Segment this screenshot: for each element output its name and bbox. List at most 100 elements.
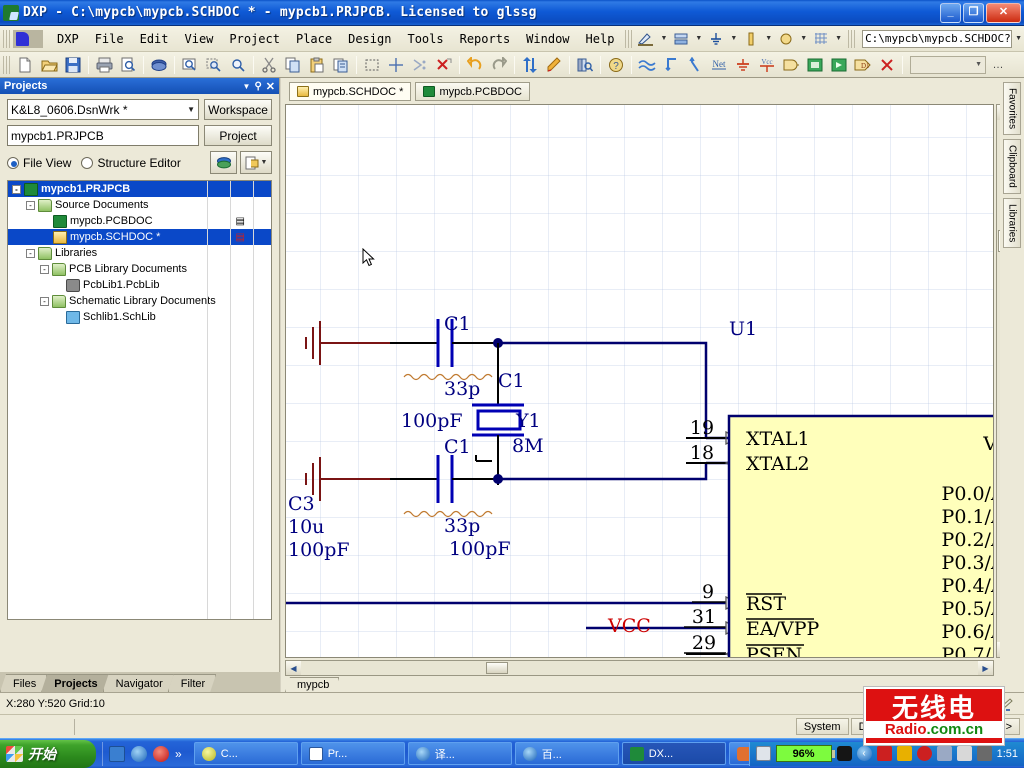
taskbar-item-3[interactable]: 百... xyxy=(514,742,619,765)
project-tree[interactable]: - mypcb1.PRJPCB - Source Documents mypcb… xyxy=(7,180,272,620)
menu-item-help[interactable]: Help xyxy=(578,29,623,49)
rubber-stamp-icon[interactable] xyxy=(330,54,352,75)
power-port-icon[interactable] xyxy=(705,29,727,49)
copy-icon[interactable] xyxy=(282,54,304,75)
show-desktop-icon[interactable] xyxy=(109,745,125,762)
place-bus-entry-icon[interactable] xyxy=(684,54,706,75)
simulation-sources-chevron-down-icon[interactable]: ▼ xyxy=(797,35,810,42)
place-bus-icon[interactable] xyxy=(660,54,682,75)
tree-item-schdoc[interactable]: mypcb.SCHDOC * ▤ xyxy=(8,229,271,245)
close-button[interactable]: ✕ xyxy=(986,2,1021,23)
internet-explorer-icon[interactable] xyxy=(131,745,147,762)
canvas-horizontal-scrollbar[interactable]: ◀ ▶ xyxy=(285,660,994,676)
grid-settings-chevron-down-icon[interactable]: ▼ xyxy=(832,35,845,42)
menu-item-tools[interactable]: Tools xyxy=(399,29,451,49)
library-combo[interactable]: ▼ xyxy=(910,55,986,74)
simulation-sources-icon[interactable] xyxy=(775,29,797,49)
file-view-label[interactable]: File View xyxy=(23,156,71,170)
digital-objects-chevron-down-icon[interactable]: ▼ xyxy=(762,35,775,42)
horizontal-scroll-thumb[interactable] xyxy=(486,662,508,674)
print-icon[interactable] xyxy=(93,54,115,75)
redo-icon[interactable] xyxy=(488,54,510,75)
show-hidden-icons-button[interactable]: ‹ xyxy=(856,746,872,761)
menu-item-dxp[interactable]: DXP xyxy=(49,29,87,49)
clock[interactable]: 1:51 xyxy=(997,748,1018,760)
volume-icon[interactable] xyxy=(956,746,972,761)
taskbar-item-5[interactable]: 君... xyxy=(728,742,749,765)
panel-tab-filter[interactable]: Filter xyxy=(168,674,216,692)
schematic-canvas[interactable]: XTAL1 XTAL2 RST EA/VPP PSEN ALE xyxy=(285,104,994,658)
place-wire-icon[interactable] xyxy=(636,54,658,75)
place-sheet-symbol-icon[interactable] xyxy=(804,54,826,75)
schematic-tools-chevron-down-icon[interactable]: ▼ xyxy=(657,35,670,42)
project-button[interactable]: Project xyxy=(204,125,272,146)
print-preview-icon[interactable] xyxy=(117,54,139,75)
wiring-tools-icon[interactable] xyxy=(670,29,692,49)
address-chevron-down-icon[interactable]: ▼ xyxy=(1012,35,1024,42)
messenger-icon[interactable] xyxy=(896,746,912,761)
tree-item-schlib[interactable]: Schlib1.SchLib xyxy=(8,309,271,325)
panel-tab-files[interactable]: Files xyxy=(0,674,47,692)
scroll-left-icon[interactable]: ◀ xyxy=(286,661,301,675)
place-net-label-icon[interactable]: Net xyxy=(708,54,730,75)
grid-settings-icon[interactable] xyxy=(810,29,832,49)
tree-item-project[interactable]: - mypcb1.PRJPCB xyxy=(8,181,271,197)
structure-editor-radio[interactable] xyxy=(81,156,94,169)
open-document-icon[interactable] xyxy=(38,54,60,75)
wiring-tools-chevron-down-icon[interactable]: ▼ xyxy=(692,35,705,42)
save-document-icon[interactable] xyxy=(62,54,84,75)
project-field[interactable]: mypcb1.PRJPCB xyxy=(7,125,199,146)
vtab-favorites[interactable]: Favorites xyxy=(1003,82,1021,136)
zoom-area-icon[interactable] xyxy=(203,54,225,75)
menu-grip-handle[interactable] xyxy=(3,29,10,48)
menu-item-edit[interactable]: Edit xyxy=(132,29,177,49)
structure-editor-label[interactable]: Structure Editor xyxy=(97,156,180,170)
address-bar-grip[interactable] xyxy=(848,29,856,48)
help-pointer-icon[interactable]: ? xyxy=(605,54,627,75)
power-port-chevron-down-icon[interactable]: ▼ xyxy=(727,35,740,42)
panel-options-icon[interactable] xyxy=(210,151,237,174)
taskbar-item-2[interactable]: 译... xyxy=(407,742,512,765)
select-area-icon[interactable] xyxy=(361,54,383,75)
paste-icon[interactable] xyxy=(306,54,328,75)
panel-pin-icon[interactable]: ⚲ xyxy=(254,81,261,92)
move-selection-icon[interactable] xyxy=(385,54,407,75)
workspace-button[interactable]: Workspace xyxy=(204,99,272,120)
tree-item-pcb-library-documents[interactable]: - PCB Library Documents xyxy=(8,261,271,277)
keyboard-icon[interactable] xyxy=(755,746,771,761)
tree-item-source-documents[interactable]: - Source Documents xyxy=(8,197,271,213)
document-tab-schdoc[interactable]: mypcb.SCHDOC * xyxy=(289,82,412,101)
workspace-dropdown[interactable]: K&L8_0606.DsnWrk * ▼ xyxy=(7,99,199,120)
menu-item-view[interactable]: View xyxy=(177,29,222,49)
digital-objects-icon[interactable] xyxy=(740,29,762,49)
shield-icon[interactable] xyxy=(916,746,932,761)
zoom-selected-icon[interactable] xyxy=(227,54,249,75)
menu-item-window[interactable]: Window xyxy=(518,29,577,49)
tree-expander-icon[interactable]: - xyxy=(26,248,35,258)
vtab-libraries[interactable]: Libraries xyxy=(1003,197,1021,249)
workspace-chevron-down-icon[interactable]: ▼ xyxy=(187,105,195,114)
new-document-icon[interactable] xyxy=(14,54,36,75)
media-player-icon[interactable] xyxy=(153,745,169,762)
open-document-panel-icon[interactable]: ▼ xyxy=(240,151,272,174)
tree-item-schematic-library-documents[interactable]: - Schematic Library Documents xyxy=(8,293,271,309)
scroll-right-icon[interactable]: ▶ xyxy=(978,661,993,675)
up-down-hierarchy-icon[interactable] xyxy=(519,54,541,75)
place-vcc-power-port-icon[interactable]: Vcc xyxy=(756,54,778,75)
deselect-all-icon[interactable] xyxy=(409,54,431,75)
tree-item-libraries[interactable]: - Libraries xyxy=(8,245,271,261)
place-gnd-power-port-icon[interactable] xyxy=(732,54,754,75)
browse-library-icon[interactable] xyxy=(574,54,596,75)
toolbar-overflow-button[interactable]: … xyxy=(987,54,1009,75)
tree-expander-icon[interactable]: - xyxy=(40,264,49,274)
tree-expander-icon[interactable]: - xyxy=(12,184,21,194)
menu-item-place[interactable]: Place xyxy=(288,29,340,49)
board-insight-icon[interactable] xyxy=(148,54,170,75)
taskbar-item-0[interactable]: C... xyxy=(193,742,298,765)
battery-indicator[interactable]: 96% xyxy=(775,745,835,762)
tree-expander-icon[interactable]: - xyxy=(40,296,49,306)
panel-button-system[interactable]: System xyxy=(795,718,849,735)
cut-icon[interactable] xyxy=(258,54,280,75)
address-input[interactable]: C:\mypcb\mypcb.SCHDOC?Left=249; xyxy=(862,29,1013,48)
power-plug-icon[interactable] xyxy=(836,746,852,761)
